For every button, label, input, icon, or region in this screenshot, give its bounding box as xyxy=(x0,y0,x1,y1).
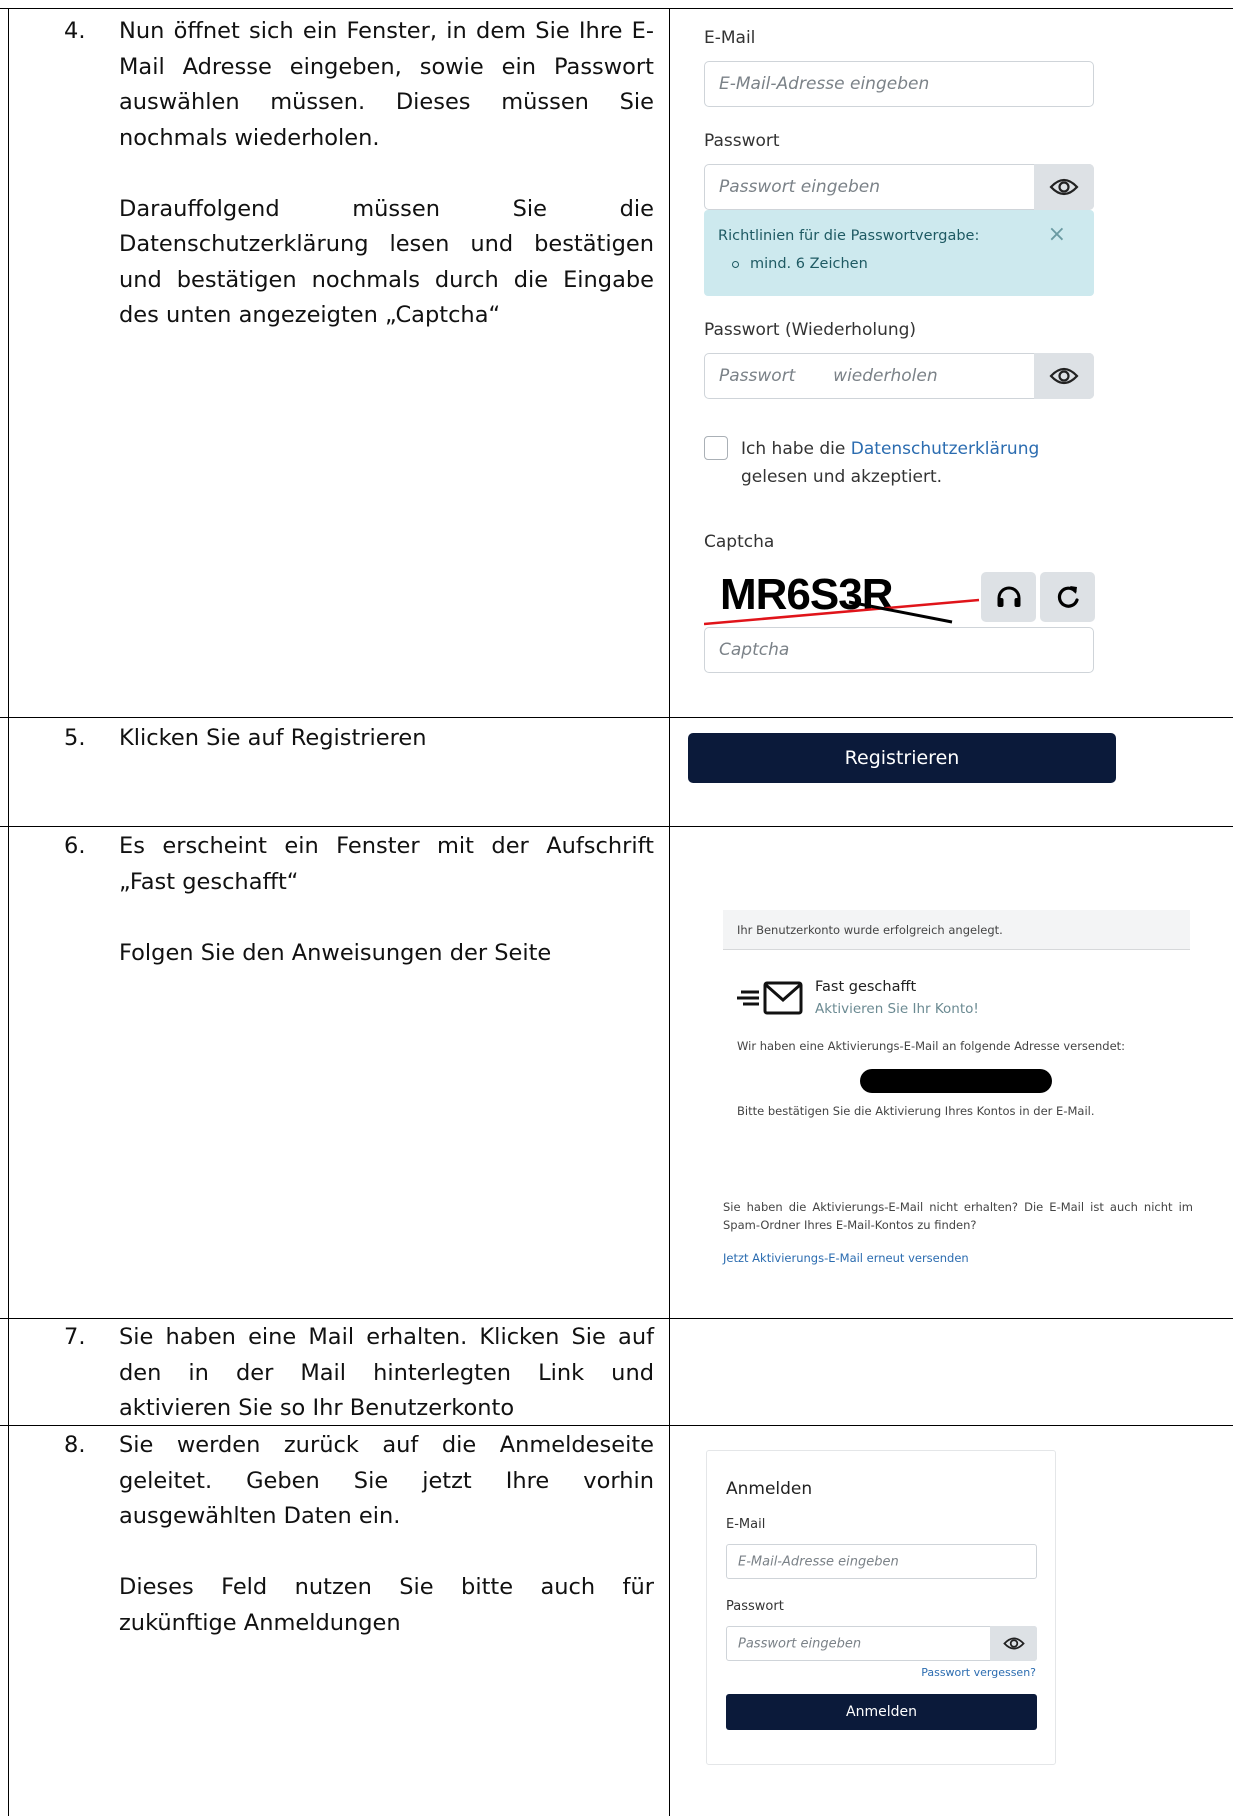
table-column-divider xyxy=(669,8,670,1816)
consent-suffix: gelesen und akzeptiert. xyxy=(741,467,943,487)
step-number: 6. xyxy=(64,833,86,859)
step-6: 6. Es erscheint ein Fenster mit der Aufs… xyxy=(64,829,654,971)
show-password-button[interactable] xyxy=(1034,164,1094,210)
email-placeholder: E-Mail-Adresse eingeben xyxy=(719,74,930,94)
step-8: 8. Sie werden zurück auf die Anmeldeseit… xyxy=(64,1428,654,1641)
register-button[interactable]: Registrieren xyxy=(688,733,1116,783)
login-card: Anmelden E-Mail E-Mail-Adresse eingeben … xyxy=(706,1450,1056,1765)
email-label: E-Mail xyxy=(704,28,756,48)
not-received-text: Sie haben die Aktivierungs-E-Mail nicht … xyxy=(723,1200,1193,1232)
login-show-password-button[interactable] xyxy=(990,1626,1037,1661)
refresh-icon xyxy=(1057,586,1079,608)
captcha-label: Captcha xyxy=(704,532,775,552)
login-submit-button[interactable]: Anmelden xyxy=(726,1694,1037,1730)
table-border-left xyxy=(8,8,9,1816)
table-row-divider xyxy=(0,1318,1233,1319)
table-border-top xyxy=(0,8,1233,9)
login-password-placeholder: Passwort eingeben xyxy=(738,1636,862,1651)
password-placeholder: Passwort eingeben xyxy=(719,177,880,197)
password-repeat-placeholder: Passwort wiederholen xyxy=(719,366,938,386)
step-number: 5. xyxy=(64,725,86,751)
reload-captcha-button[interactable] xyxy=(1040,572,1095,622)
mail-send-icon xyxy=(737,981,803,1015)
password-label: Passwort xyxy=(704,131,780,151)
table-row-divider xyxy=(0,826,1233,827)
rules-item: mind. 6 Zeichen xyxy=(750,256,868,272)
close-icon[interactable]: × xyxy=(1048,222,1066,247)
eye-icon xyxy=(1049,367,1079,385)
step-text: Sie haben eine Mail erhalten. Klicken Si… xyxy=(119,1324,654,1421)
forgot-password-link[interactable]: Passwort vergessen? xyxy=(921,1666,1036,1679)
headphones-icon xyxy=(997,586,1020,607)
login-password-label: Passwort xyxy=(726,1599,784,1614)
privacy-policy-link[interactable]: Datenschutzerklärung xyxy=(851,439,1040,459)
show-password-repeat-button[interactable] xyxy=(1034,353,1094,399)
resend-activation-link[interactable]: Jetzt Aktivierungs-E-Mail erneut versend… xyxy=(723,1251,969,1265)
success-subtitle: Aktivieren Sie Ihr Konto! xyxy=(815,1001,979,1017)
step-number: 4. xyxy=(64,18,86,44)
login-email-input[interactable]: E-Mail-Adresse eingeben xyxy=(726,1544,1037,1579)
step-7: 7. Sie haben eine Mail erhalten. Klicken… xyxy=(64,1320,654,1427)
step-text: Nun öffnet sich ein Fenster, in dem Sie … xyxy=(119,18,654,151)
password-repeat-label: Passwort (Wiederholung) xyxy=(704,320,917,340)
login-email-label: E-Mail xyxy=(726,1517,766,1532)
success-title: Fast geschafft xyxy=(815,979,917,995)
consent-text: Ich habe die Datenschutzerklärung gelese… xyxy=(741,435,1101,491)
rules-title: Richtlinien für die Passwortvergabe: xyxy=(718,228,980,244)
login-email-placeholder: E-Mail-Adresse eingeben xyxy=(738,1554,899,1569)
step-text: Klicken Sie auf Registrieren xyxy=(119,725,427,751)
step-text: Folgen Sie den Anweisungen der Seite xyxy=(119,939,552,966)
audio-captcha-button[interactable] xyxy=(981,572,1036,622)
step-number: 7. xyxy=(64,1324,86,1350)
bullet-icon xyxy=(732,261,739,268)
login-title: Anmelden xyxy=(726,1479,813,1499)
step-text: Es erscheint ein Fenster mit der Aufschr… xyxy=(119,833,654,895)
captcha-noise-lines xyxy=(704,598,980,626)
sent-text: Wir haben eine Aktivierungs-E-Mail an fo… xyxy=(737,1039,1126,1053)
eye-icon xyxy=(1002,1637,1025,1650)
consent-prefix: Ich habe die xyxy=(741,439,851,459)
eye-icon xyxy=(1049,178,1079,196)
step-4: 4. Nun öffnet sich ein Fenster, in dem S… xyxy=(64,14,654,334)
success-banner: Ihr Benutzerkonto wurde erfolgreich ange… xyxy=(723,910,1190,950)
success-banner-text: Ihr Benutzerkonto wurde erfolgreich ange… xyxy=(737,922,1003,937)
redacted-email xyxy=(860,1069,1052,1093)
captcha-input[interactable]: Captcha xyxy=(704,627,1094,673)
confirm-text: Bitte bestätigen Sie die Aktivierung Ihr… xyxy=(737,1104,1095,1118)
password-rules-alert: Richtlinien für die Passwortvergabe: min… xyxy=(704,210,1094,296)
captcha-image: MR6S3R xyxy=(704,566,984,628)
step-text: Dieses Feld nutzen Sie bitte auch für zu… xyxy=(119,1574,654,1636)
step-text: Sie werden zurück auf die Anmeldeseite g… xyxy=(119,1432,654,1529)
table-row-divider xyxy=(0,717,1233,718)
consent-checkbox[interactable] xyxy=(704,436,728,460)
email-input[interactable]: E-Mail-Adresse eingeben xyxy=(704,61,1094,107)
step-text: Darauffolgend müssen Sie die Datenschutz… xyxy=(119,195,654,329)
captcha-placeholder: Captcha xyxy=(719,640,790,660)
step-number: 8. xyxy=(64,1432,86,1458)
step-5: 5. Klicken Sie auf Registrieren xyxy=(64,721,654,757)
